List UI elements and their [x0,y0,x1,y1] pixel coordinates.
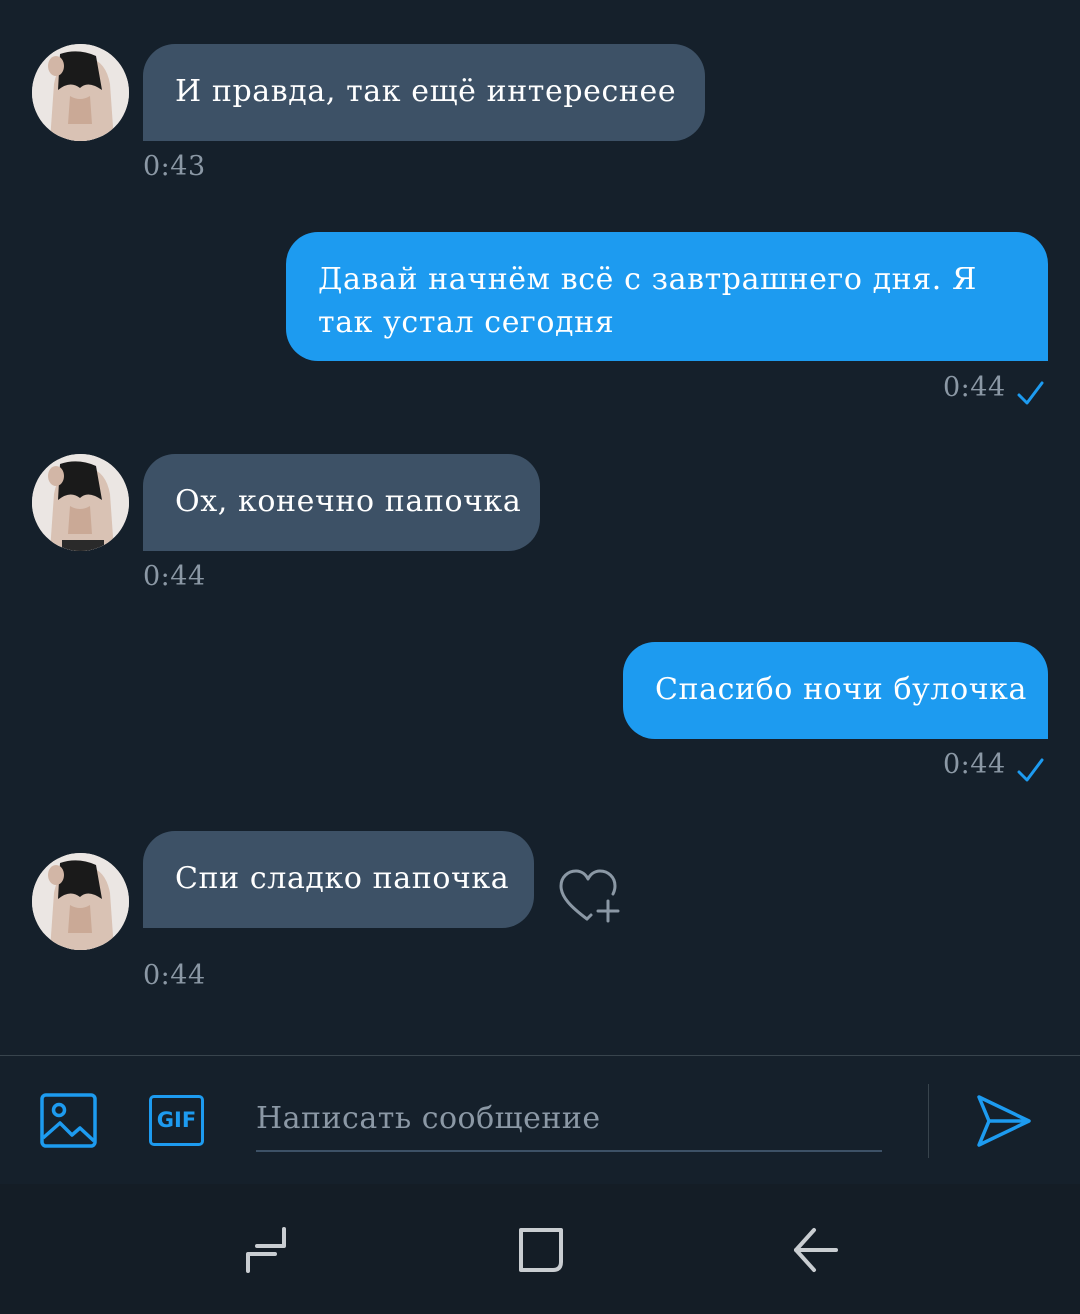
message-bubble-outgoing[interactable]: Давай начнём всё с завтрашнего дня. Я та… [286,232,1048,361]
message-timestamp: 0:44 [943,372,1006,403]
message-bubble-incoming[interactable]: Спи сладко папочка [143,831,534,928]
avatar-photo [32,44,129,141]
gif-label: GIF [156,1108,197,1132]
message-timestamp: 0:44 [143,561,206,592]
back-icon[interactable] [792,1226,840,1274]
sender-avatar[interactable] [32,454,129,551]
message-text: Спи сладко папочка [175,861,510,896]
message-bubble-incoming[interactable]: И правда, так ещё интереснее [143,44,705,141]
gif-icon[interactable]: GIF [149,1095,204,1146]
checkmark-icon [1017,381,1044,405]
home-icon[interactable] [517,1226,565,1274]
message-text-line: Давай начнём всё с завтрашнего дня. Я [318,262,977,297]
sender-avatar[interactable] [32,44,129,141]
message-bubble-outgoing[interactable]: Спасибо ночи булочка [623,642,1048,739]
system-navigation-bar [0,1184,1080,1314]
avatar-photo [32,454,129,551]
message-timestamp: 0:44 [943,749,1006,780]
send-icon[interactable] [975,1094,1033,1148]
message-timestamp: 0:43 [143,151,206,182]
message-timestamp: 0:44 [143,960,206,991]
message-text: Спасибо ночи булочка [655,672,1028,707]
avatar-photo [32,853,129,950]
recents-icon[interactable] [243,1226,289,1274]
checkmark-icon [1017,758,1044,782]
message-text: Ох, конечно папочка [175,484,522,519]
heart-plus-icon[interactable] [557,867,623,927]
message-text: И правда, так ещё интереснее [175,74,677,109]
message-input[interactable] [256,1086,882,1152]
image-icon[interactable] [40,1093,97,1148]
message-bubble-incoming[interactable]: Ох, конечно папочка [143,454,540,551]
composer-divider [928,1084,929,1158]
dm-conversation-screen: И правда, так ещё интереснее 0:43 Давай … [0,0,1080,1314]
message-text-line: так устал сегодня [318,305,615,340]
message-composer: GIF [0,1055,1080,1185]
sender-avatar[interactable] [32,853,129,950]
